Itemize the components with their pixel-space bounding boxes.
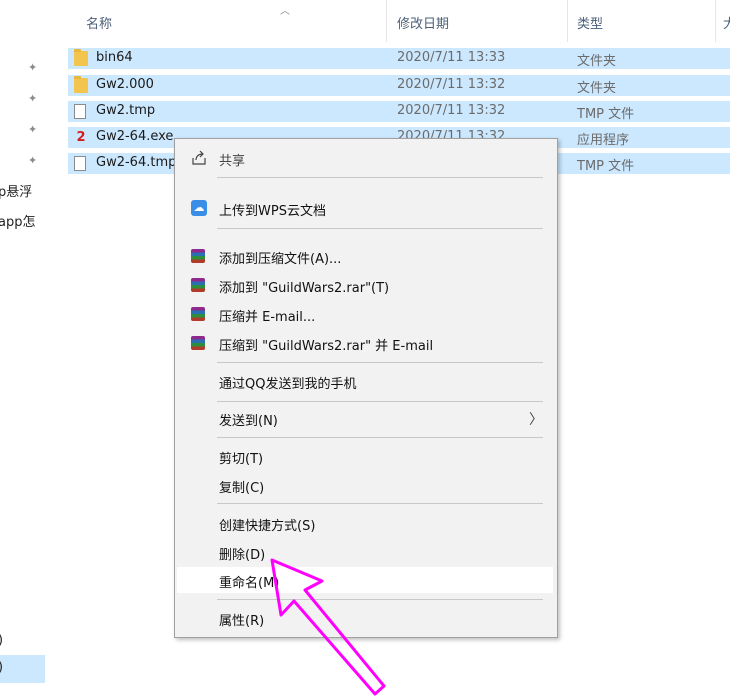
annotation-arrow	[270, 558, 386, 696]
